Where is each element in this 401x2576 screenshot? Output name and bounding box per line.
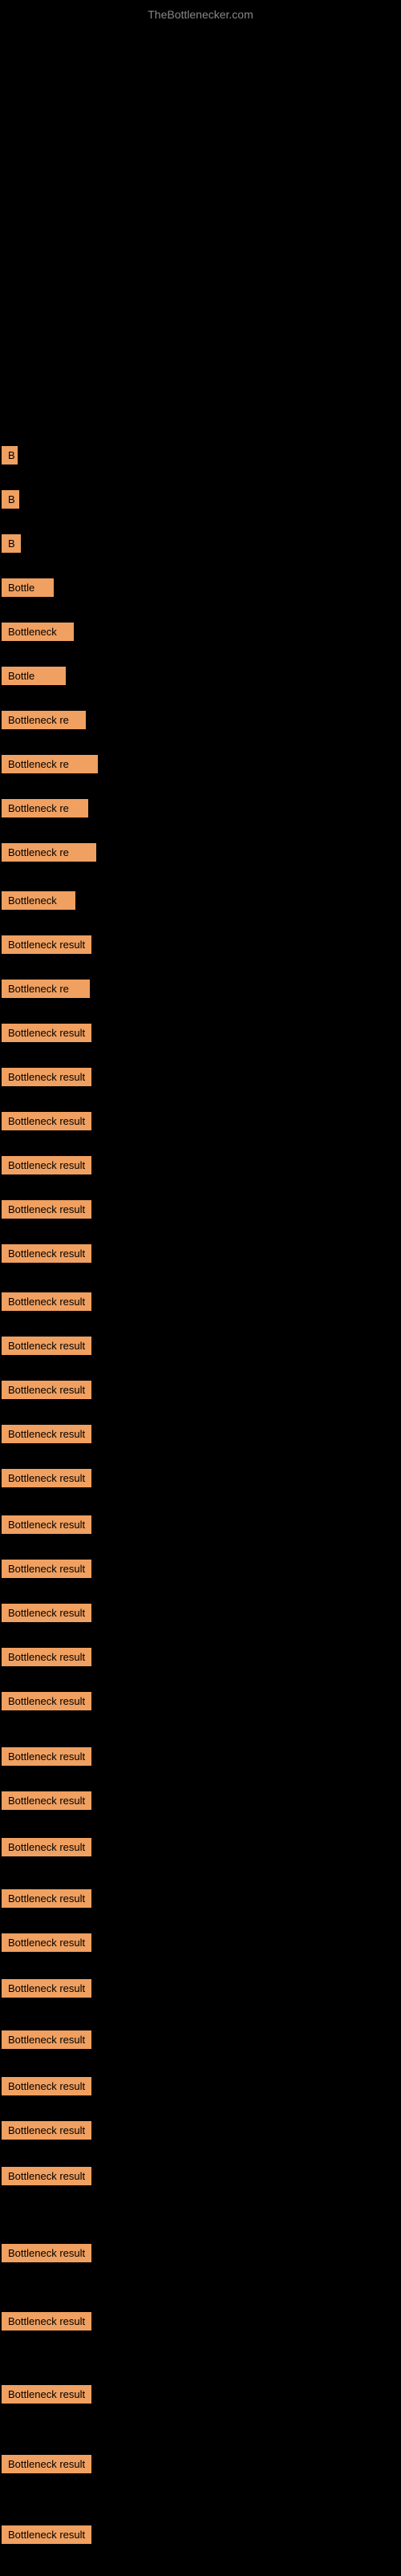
bottleneck-result-badge: Bottleneck (2, 623, 74, 641)
site-title: TheBottlenecker.com (0, 0, 401, 25)
bottleneck-result-badge: Bottleneck result (2, 1156, 91, 1174)
result-row: B (2, 534, 21, 558)
bottleneck-result-badge: Bottleneck result (2, 1515, 91, 1534)
result-row: Bottleneck result (2, 2385, 91, 2409)
result-row: Bottleneck re (2, 755, 98, 779)
bottleneck-result-badge: Bottleneck result (2, 1838, 91, 1856)
result-row: Bottleneck result (2, 1933, 91, 1957)
bottleneck-result-badge: Bottleneck re (2, 980, 90, 998)
bottleneck-result-badge: B (2, 446, 18, 464)
bottleneck-result-badge: Bottleneck re (2, 843, 96, 862)
bottleneck-result-badge: Bottleneck re (2, 755, 98, 773)
bottleneck-result-badge: Bottle (2, 667, 66, 685)
result-row: Bottleneck result (2, 1469, 91, 1493)
bottleneck-result-badge: Bottleneck result (2, 1425, 91, 1443)
result-row: Bottleneck re (2, 980, 90, 1004)
bottleneck-result-badge: Bottleneck re (2, 799, 88, 817)
result-row: Bottleneck (2, 891, 75, 915)
result-row: Bottle (2, 578, 54, 602)
result-row: Bottleneck result (2, 1692, 91, 1716)
result-row: Bottleneck (2, 623, 74, 647)
result-row: Bottle (2, 667, 66, 691)
result-row: Bottleneck result (2, 2455, 91, 2479)
bottleneck-result-badge: B (2, 534, 21, 553)
result-row: Bottleneck result (2, 1156, 91, 1180)
result-row: Bottleneck result (2, 2167, 91, 2191)
bottleneck-result-badge: Bottleneck result (2, 1791, 91, 1810)
result-row: Bottleneck result (2, 1244, 91, 1268)
bottleneck-result-badge: Bottleneck result (2, 1747, 91, 1766)
result-row: Bottleneck result (2, 1024, 91, 1048)
bottleneck-result-badge: Bottleneck result (2, 2077, 91, 2095)
bottleneck-result-badge: Bottleneck result (2, 1979, 91, 1998)
bottleneck-result-badge: Bottleneck result (2, 1024, 91, 1042)
result-row: Bottleneck result (2, 1747, 91, 1771)
bottleneck-result-badge: Bottleneck result (2, 935, 91, 954)
bottleneck-result-badge: Bottleneck result (2, 1604, 91, 1622)
result-row: Bottleneck result (2, 1068, 91, 1092)
bottleneck-result-badge: Bottleneck (2, 891, 75, 910)
result-row: Bottleneck result (2, 2525, 91, 2550)
result-row: Bottleneck result (2, 2030, 91, 2055)
bottleneck-result-badge: Bottleneck result (2, 1889, 91, 1908)
result-row: B (2, 490, 19, 514)
result-row: Bottleneck result (2, 2244, 91, 2268)
bottleneck-result-badge: Bottleneck result (2, 1200, 91, 1219)
result-row: Bottleneck re (2, 843, 96, 867)
result-row: Bottleneck result (2, 1604, 91, 1628)
result-row: Bottleneck result (2, 1337, 91, 1361)
bottleneck-result-badge: Bottleneck result (2, 1381, 91, 1399)
bottleneck-result-badge: Bottleneck result (2, 1692, 91, 1710)
result-row: Bottleneck result (2, 2077, 91, 2101)
bottleneck-result-badge: B (2, 490, 19, 509)
bottleneck-result-badge: Bottleneck result (2, 1648, 91, 1666)
bottleneck-result-badge: Bottleneck result (2, 2525, 91, 2544)
result-row: B (2, 446, 18, 470)
result-row: Bottleneck result (2, 2312, 91, 2336)
bottleneck-result-badge: Bottleneck result (2, 1469, 91, 1487)
result-row: Bottleneck result (2, 1979, 91, 2003)
bottleneck-result-badge: Bottleneck result (2, 1112, 91, 1130)
result-row: Bottleneck result (2, 935, 91, 959)
bottleneck-result-badge: Bottleneck re (2, 711, 86, 729)
bottleneck-result-badge: Bottle (2, 578, 54, 597)
result-row: Bottleneck result (2, 2121, 91, 2145)
bottleneck-result-badge: Bottleneck result (2, 1244, 91, 1263)
result-row: Bottleneck result (2, 1381, 91, 1405)
result-row: Bottleneck result (2, 1515, 91, 1540)
result-row: Bottleneck result (2, 1791, 91, 1815)
bottleneck-result-badge: Bottleneck result (2, 1337, 91, 1355)
result-row: Bottleneck result (2, 1112, 91, 1136)
bottleneck-result-badge: Bottleneck result (2, 2244, 91, 2262)
bottleneck-result-badge: Bottleneck result (2, 1068, 91, 1086)
bottleneck-result-badge: Bottleneck result (2, 2455, 91, 2473)
result-row: Bottleneck result (2, 1200, 91, 1224)
result-row: Bottleneck result (2, 1425, 91, 1449)
bottleneck-result-badge: Bottleneck result (2, 1933, 91, 1952)
result-row: Bottleneck re (2, 799, 88, 823)
bottleneck-result-badge: Bottleneck result (2, 2121, 91, 2140)
bottleneck-result-badge: Bottleneck result (2, 2030, 91, 2049)
result-row: Bottleneck result (2, 1838, 91, 1862)
bottleneck-result-badge: Bottleneck result (2, 2385, 91, 2404)
bottleneck-result-badge: Bottleneck result (2, 1560, 91, 1578)
bottleneck-result-badge: Bottleneck result (2, 1292, 91, 1311)
result-row: Bottleneck result (2, 1560, 91, 1584)
result-row: Bottleneck result (2, 1889, 91, 1913)
result-row: Bottleneck re (2, 711, 86, 735)
result-row: Bottleneck result (2, 1292, 91, 1316)
bottleneck-result-badge: Bottleneck result (2, 2167, 91, 2185)
bottleneck-result-badge: Bottleneck result (2, 2312, 91, 2331)
result-row: Bottleneck result (2, 1648, 91, 1672)
